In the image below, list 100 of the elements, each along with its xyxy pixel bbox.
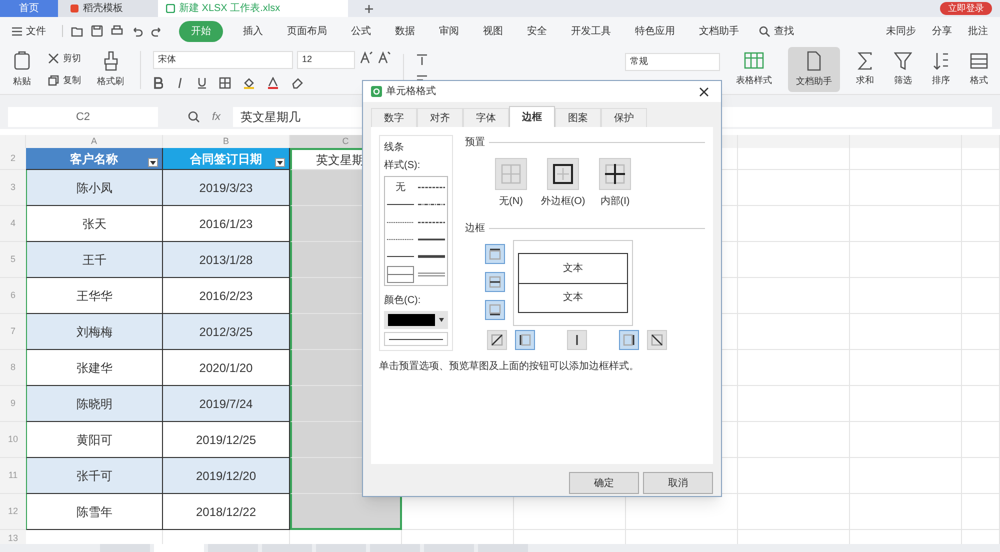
eraser-icon[interactable] bbox=[291, 76, 303, 88]
fill-color-icon[interactable] bbox=[243, 76, 255, 88]
sort-icon[interactable] bbox=[932, 52, 950, 70]
line-style-option[interactable] bbox=[418, 236, 445, 243]
ribbon-tab[interactable]: 特色应用 bbox=[631, 24, 679, 38]
ribbon-tab[interactable]: 插入 bbox=[239, 24, 267, 38]
toolbar-link[interactable]: 批注 bbox=[968, 24, 988, 38]
align-top-icon[interactable] bbox=[416, 54, 428, 66]
app-icon[interactable] bbox=[371, 86, 382, 97]
row-header: 5 bbox=[0, 242, 26, 278]
ribbon-tab[interactable]: 公式 bbox=[347, 24, 375, 38]
search-icon[interactable] bbox=[759, 26, 770, 36]
ribbon-tab[interactable]: 安全 bbox=[523, 24, 551, 38]
redo-icon[interactable] bbox=[151, 25, 163, 37]
file-menu[interactable]: 文件 bbox=[12, 24, 46, 38]
border-toggle[interactable] bbox=[485, 272, 505, 292]
sigma-icon[interactable] bbox=[856, 52, 874, 70]
scissors-icon[interactable] bbox=[48, 53, 59, 64]
border-left-icon[interactable] bbox=[519, 334, 531, 346]
dialog-tab[interactable]: 保护 bbox=[601, 108, 647, 127]
save-icon[interactable] bbox=[91, 25, 103, 37]
line-style-option[interactable] bbox=[418, 253, 445, 260]
cut-button[interactable]: 剪切 bbox=[48, 52, 81, 66]
dialog-tab[interactable]: 数字 bbox=[371, 108, 417, 127]
border-toggle[interactable] bbox=[619, 330, 639, 350]
copy-button[interactable]: 复制 bbox=[48, 74, 81, 87]
print-icon[interactable] bbox=[111, 25, 123, 37]
caret-icon[interactable] bbox=[277, 160, 283, 164]
border-bottom-icon[interactable] bbox=[489, 304, 501, 316]
login-button[interactable]: 立即登录 bbox=[940, 2, 992, 15]
document-icon[interactable] bbox=[806, 50, 822, 71]
border-toggle[interactable] bbox=[515, 330, 535, 350]
border-diag-down-icon[interactable] bbox=[651, 334, 663, 346]
bold-icon[interactable] bbox=[153, 76, 163, 88]
new-tab-icon[interactable] bbox=[364, 4, 374, 14]
ribbon-tab[interactable]: 数据 bbox=[391, 24, 419, 38]
assistant-button[interactable]: 文档助手 bbox=[788, 46, 840, 92]
sort-button[interactable]: 排序 bbox=[928, 52, 954, 88]
spreadsheet-icon[interactable] bbox=[166, 4, 175, 13]
dialog-button[interactable]: 确定 bbox=[569, 472, 639, 494]
border-diag-up-icon[interactable] bbox=[491, 334, 503, 346]
border-top-icon[interactable] bbox=[489, 248, 501, 260]
sum-button[interactable]: 求和 bbox=[852, 52, 878, 88]
rows-icon[interactable] bbox=[970, 52, 988, 70]
toolbar-link[interactable]: 分享 bbox=[932, 24, 952, 38]
caret-icon[interactable] bbox=[439, 318, 444, 322]
toolbar-link[interactable]: 未同步 bbox=[886, 24, 916, 38]
font-size-dropdown[interactable]: 12 bbox=[297, 50, 355, 68]
paste-button[interactable]: 粘贴 bbox=[8, 50, 36, 88]
dialog-button[interactable]: 取消 bbox=[643, 472, 713, 494]
caret-icon[interactable] bbox=[150, 160, 156, 164]
border-toggle[interactable] bbox=[485, 300, 505, 320]
border-middle-icon[interactable] bbox=[489, 276, 501, 288]
borders-icon[interactable] bbox=[219, 76, 231, 88]
ribbon-tab[interactable]: 文档助手 bbox=[695, 24, 743, 38]
open-file-icon[interactable] bbox=[71, 25, 83, 37]
menu-icon[interactable] bbox=[12, 26, 22, 36]
empty-cell bbox=[962, 148, 1000, 170]
document-tab[interactable]: 首页 bbox=[0, 0, 58, 17]
line-style-option[interactable]: 无 bbox=[396, 180, 406, 195]
copy-icon[interactable] bbox=[48, 74, 59, 86]
dialog-tab[interactable]: 字体 bbox=[463, 108, 509, 127]
ribbon-tab[interactable]: 页面布局 bbox=[283, 24, 331, 38]
ribbon-tab[interactable]: 开发工具 bbox=[567, 24, 615, 38]
search-button[interactable]: 查找 bbox=[759, 24, 794, 38]
format-button[interactable]: 格式 bbox=[966, 52, 992, 88]
document-tab[interactable]: 稻壳模板 bbox=[58, 0, 158, 17]
border-right-icon[interactable] bbox=[623, 334, 635, 346]
table-style-button[interactable]: 表格样式 bbox=[732, 52, 776, 88]
border-toggle[interactable] bbox=[487, 330, 507, 350]
font-dropdown[interactable]: 宋体 bbox=[153, 50, 293, 68]
name-box[interactable]: C2 bbox=[8, 107, 158, 127]
filter-dropdown[interactable] bbox=[148, 158, 158, 167]
function-button[interactable]: fx bbox=[212, 108, 221, 126]
template-icon[interactable] bbox=[70, 4, 79, 13]
border-toggle[interactable] bbox=[485, 244, 505, 264]
undo-icon[interactable] bbox=[131, 25, 143, 37]
format-painter-button[interactable]: 格式刷 bbox=[93, 50, 128, 88]
ribbon-tab[interactable]: 视图 bbox=[479, 24, 507, 38]
ribbon-tab[interactable]: 审阅 bbox=[435, 24, 463, 38]
empty-cell bbox=[962, 314, 1000, 350]
table-icon[interactable] bbox=[744, 52, 764, 70]
grow-font-icon[interactable] bbox=[359, 50, 373, 64]
filter-icon[interactable] bbox=[894, 52, 912, 70]
number-format-dropdown[interactable]: 常规 bbox=[625, 53, 720, 71]
zoom-icon[interactable] bbox=[188, 111, 200, 123]
dialog-tab[interactable]: 对齐 bbox=[417, 108, 463, 127]
filter-dropdown[interactable] bbox=[275, 158, 285, 167]
dialog-tab[interactable]: 边框 bbox=[509, 106, 555, 127]
border-toggle[interactable] bbox=[647, 330, 667, 350]
clipboard-icon[interactable] bbox=[12, 50, 32, 71]
underline-icon[interactable] bbox=[197, 76, 207, 88]
font-color-icon[interactable] bbox=[267, 76, 279, 88]
line-style-option[interactable] bbox=[418, 184, 445, 191]
dialog-tab[interactable]: 图案 bbox=[555, 108, 601, 127]
close-icon[interactable] bbox=[699, 86, 709, 96]
filter-button[interactable]: 筛选 bbox=[890, 52, 916, 88]
border-toggle[interactable] bbox=[567, 330, 587, 350]
color-dropdown[interactable] bbox=[384, 311, 448, 329]
shrink-font-icon[interactable] bbox=[377, 50, 391, 64]
